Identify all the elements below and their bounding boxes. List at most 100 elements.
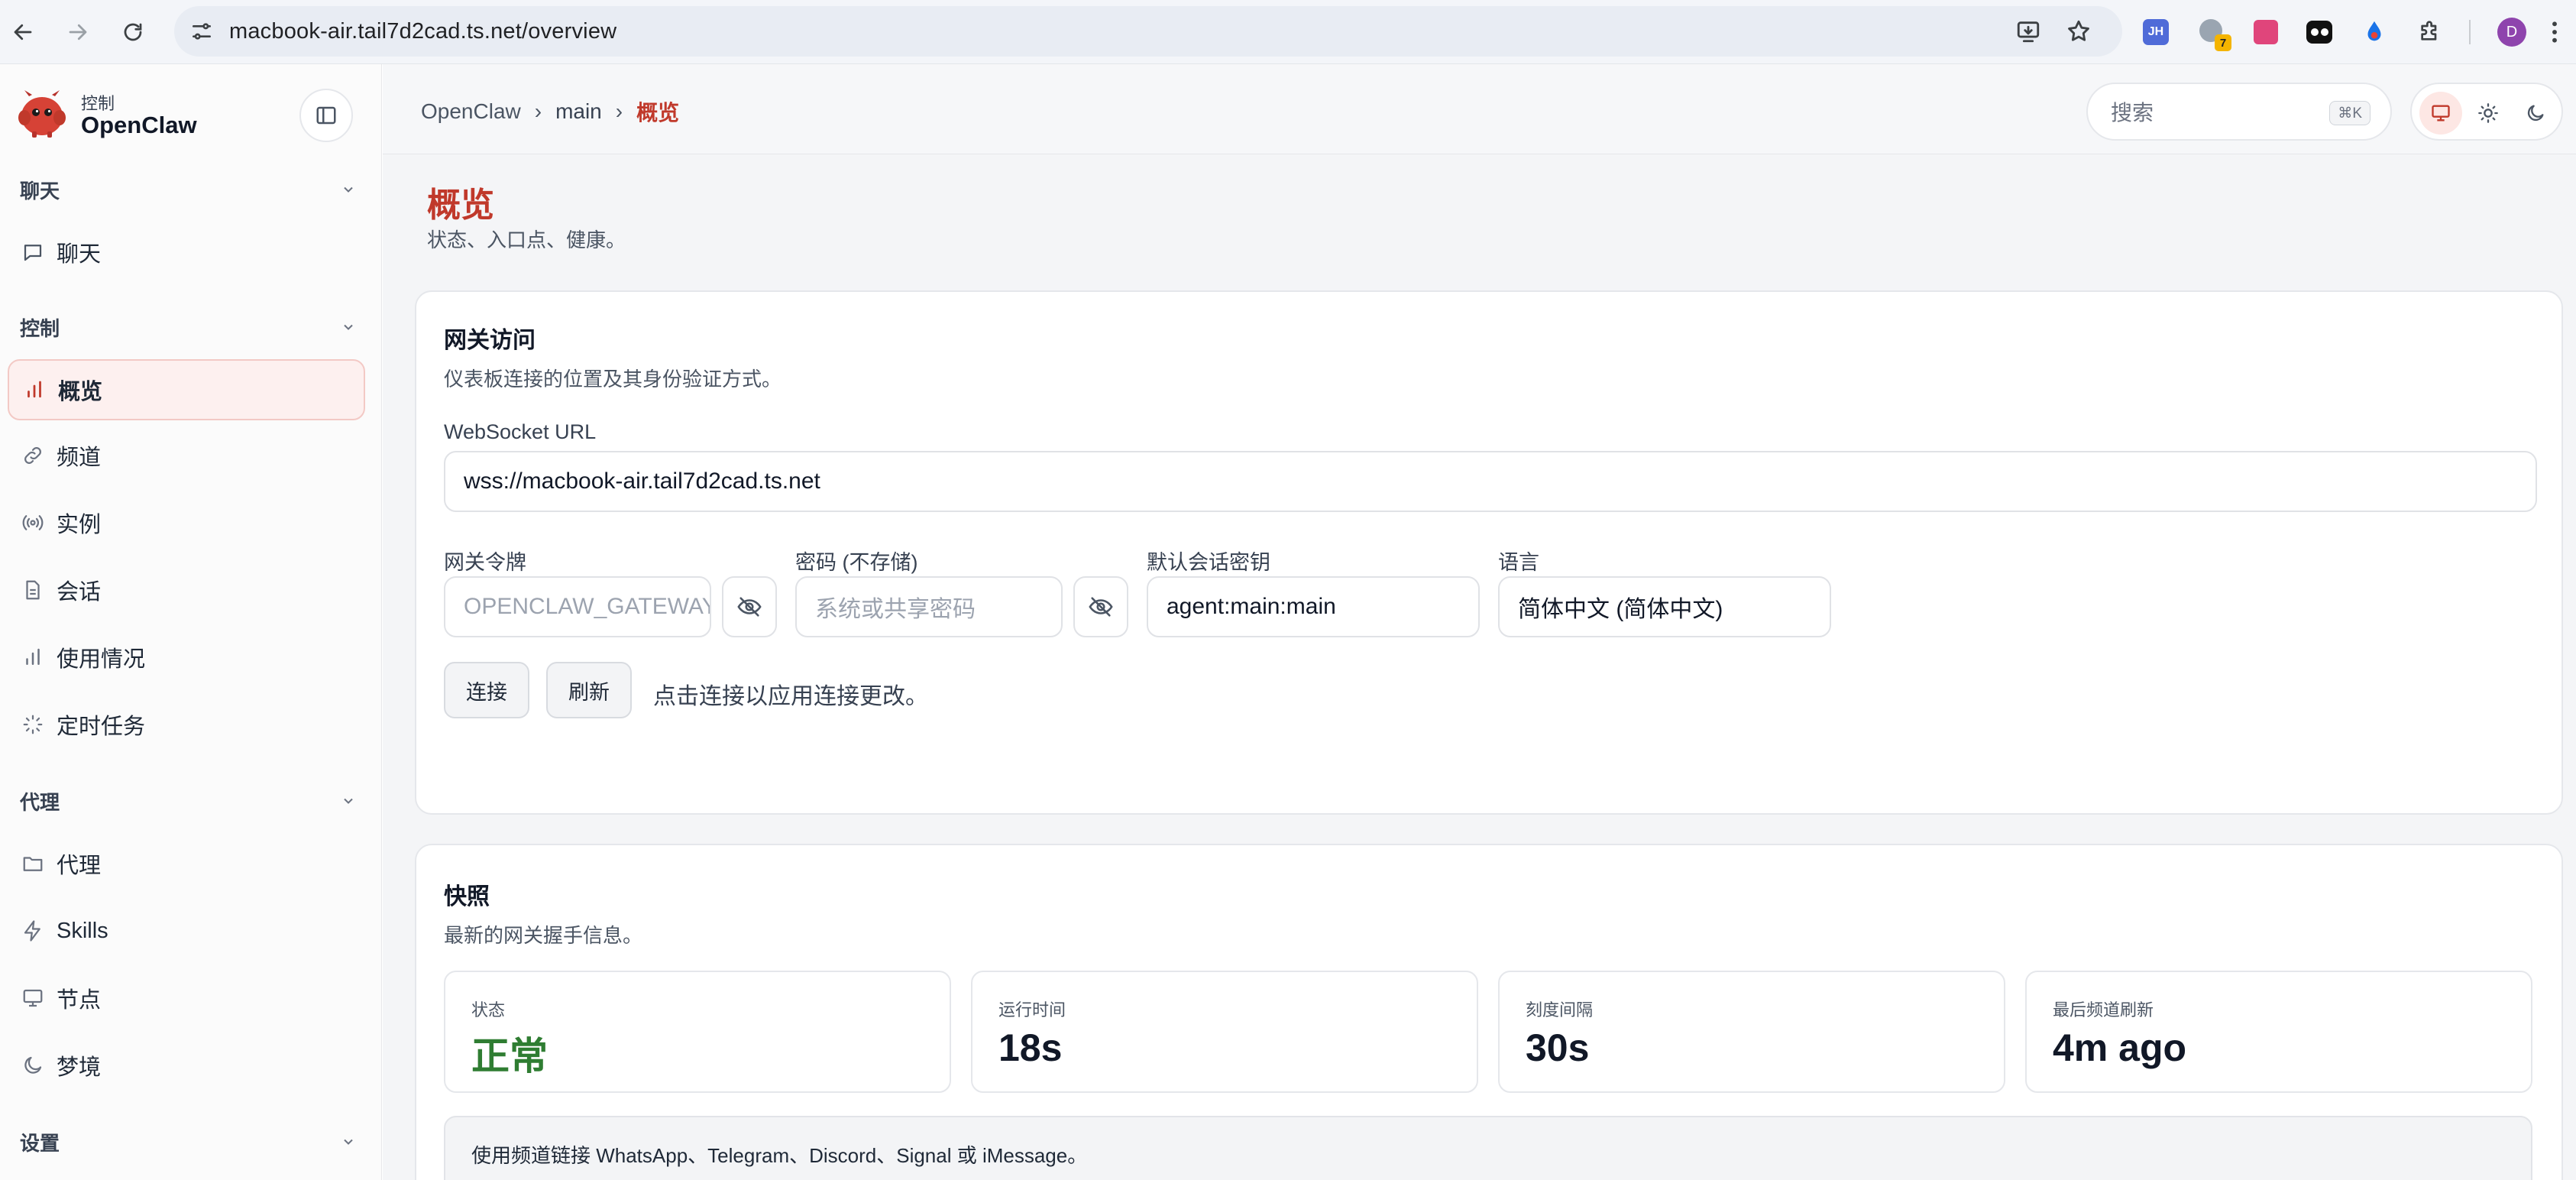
toggle-token-visibility-button[interactable]	[722, 576, 777, 637]
stat-label: 状态	[471, 1000, 506, 1020]
toolbar-divider	[2469, 20, 2471, 44]
extension-badge: 7	[2215, 34, 2231, 51]
sidebar-item-label: 使用情况	[57, 647, 146, 672]
sidebar-item-label: 聊天	[57, 242, 102, 267]
language-select[interactable]: 简体中文 (简体中文)	[1498, 576, 1831, 637]
drop-extension-icon[interactable]	[2358, 15, 2391, 49]
stat-last-channel-refresh: 最后频道刷新 4m ago	[2025, 971, 2532, 1093]
stat-value: 18s	[998, 1026, 1063, 1069]
search-input[interactable]: 搜索 ⌘K	[2086, 83, 2392, 141]
reload-icon[interactable]	[116, 15, 150, 49]
refresh-button[interactable]: 刷新	[546, 662, 632, 718]
translate-extension-icon[interactable]	[2249, 15, 2283, 49]
forward-icon[interactable]	[61, 15, 95, 49]
toggle-password-visibility-button[interactable]	[1073, 576, 1128, 637]
address-bar[interactable]: macbook-air.tail7d2cad.ts.net/overview	[174, 6, 2122, 57]
browser-menu-icon[interactable]	[2539, 15, 2570, 49]
theme-light-button[interactable]	[2467, 92, 2510, 135]
page-subtitle: 状态、入口点、健康。	[427, 229, 626, 251]
connect-button[interactable]: 连接	[444, 662, 529, 718]
jh-extension-label: JH	[2143, 19, 2169, 45]
sidebar-item-label: 节点	[57, 988, 102, 1013]
stat-label: 最后频道刷新	[2053, 1000, 2154, 1020]
section-label: 代理	[20, 790, 60, 814]
theme-system-button[interactable]	[2419, 92, 2462, 135]
section-label: 控制	[20, 316, 60, 340]
section-control[interactable]: 控制	[20, 312, 356, 342]
url-text: macbook-air.tail7d2cad.ts.net/overview	[229, 18, 617, 44]
back-icon[interactable]	[6, 15, 40, 49]
monitor-icon	[2432, 105, 2450, 122]
websocket-url-label: WebSocket URL	[444, 420, 597, 443]
sidebar-item-label: 梦境	[57, 1055, 102, 1080]
jh-extension-icon[interactable]: JH	[2139, 15, 2173, 49]
link-icon	[20, 443, 46, 468]
section-settings[interactable]: 设置	[20, 1127, 356, 1157]
search-shortcut: ⌘K	[2329, 101, 2371, 125]
profile-initial: D	[2497, 18, 2526, 47]
sidebar-item-label: Skills	[57, 918, 108, 943]
card-subtitle: 最新的网关握手信息。	[444, 924, 643, 947]
card-title: 网关访问	[444, 328, 536, 353]
password-label: 密码 (不存储)	[795, 551, 918, 574]
section-agents[interactable]: 代理	[20, 786, 356, 816]
badge-extension-icon[interactable]: 7	[2196, 15, 2231, 51]
breadcrumb-root[interactable]: OpenClaw	[421, 99, 521, 124]
section-chat[interactable]: 聊天	[20, 174, 356, 205]
sidebar-item-label: 代理	[57, 854, 102, 878]
extensions-puzzle-icon[interactable]	[2413, 15, 2446, 49]
sidebar-collapse-button[interactable]	[299, 89, 353, 142]
profile-avatar[interactable]: D	[2495, 15, 2529, 49]
eye-off-icon	[1089, 597, 1113, 617]
sidebar-item-usage[interactable]: 使用情况	[8, 627, 365, 688]
document-icon	[20, 577, 46, 603]
sidebar-item-dreams[interactable]: 梦境	[8, 1035, 365, 1096]
card-title: 快照	[444, 884, 490, 909]
chat-icon	[20, 239, 46, 265]
session-key-input[interactable]: agent:main:main	[1147, 576, 1480, 637]
sidebar-item-nodes[interactable]: 节点	[8, 968, 365, 1029]
session-key-label: 默认会话密钥	[1147, 551, 1270, 574]
glasses-extension-icon[interactable]	[2303, 15, 2336, 49]
stat-tick-interval: 刻度间隔 30s	[1498, 971, 2005, 1093]
section-label: 聊天	[20, 179, 60, 203]
sidebar-item-skills[interactable]: Skills	[8, 900, 365, 961]
breadcrumb-agent[interactable]: main	[555, 99, 602, 124]
gateway-access-card: 网关访问 仪表板连接的位置及其身份验证方式。 WebSocket URL wss…	[415, 290, 2563, 815]
channels-notice: 使用频道链接 WhatsApp、Telegram、Discord、Signal …	[444, 1116, 2532, 1180]
install-app-icon[interactable]	[2015, 18, 2041, 48]
chevron-down-icon	[344, 186, 353, 193]
site-settings-icon[interactable]	[189, 19, 214, 47]
breadcrumb: OpenClaw › main › 概览	[421, 96, 679, 127]
bar-chart-icon	[20, 644, 46, 670]
stat-label: 刻度间隔	[1526, 1000, 1594, 1020]
connect-hint: 点击连接以应用连接更改。	[653, 684, 928, 709]
sidebar-item-label: 概览	[58, 380, 103, 404]
breadcrumb-separator: ›	[615, 99, 623, 123]
broadcast-icon	[20, 510, 46, 536]
sidebar-item-sessions[interactable]: 会话	[8, 559, 365, 621]
stat-value: 4m ago	[2053, 1026, 2187, 1069]
theme-switcher	[2410, 83, 2563, 141]
theme-dark-button[interactable]	[2514, 92, 2557, 135]
websocket-url-input[interactable]: wss://macbook-air.tail7d2cad.ts.net	[444, 451, 2537, 512]
gateway-token-input[interactable]: OPENCLAW_GATEWAY_TOKEN	[444, 576, 711, 637]
sidebar: 控制 OpenClaw 聊天 聊天 控制 概览 频道 实例 会话 使用情况 定时…	[0, 64, 382, 1180]
folder-icon	[20, 851, 46, 877]
sidebar-item-cron[interactable]: 定时任务	[8, 694, 365, 755]
moon-icon	[2527, 105, 2544, 122]
sidebar-item-channels[interactable]: 频道	[8, 425, 365, 486]
brand-title: OpenClaw	[81, 112, 197, 138]
sidebar-item-chat[interactable]: 聊天	[8, 222, 365, 283]
password-input[interactable]: 系统或共享密码	[795, 576, 1063, 637]
sidebar-item-instances[interactable]: 实例	[8, 492, 365, 553]
bookmark-star-icon[interactable]	[2066, 18, 2092, 48]
snapshot-card: 快照 最新的网关握手信息。 状态 正常 运行时间 18s 刻度间隔 30s 最后…	[415, 844, 2563, 1180]
sun-icon	[2478, 103, 2498, 123]
chevron-down-icon	[344, 798, 353, 804]
sidebar-item-agents[interactable]: 代理	[8, 833, 365, 894]
card-subtitle: 仪表板连接的位置及其身份验证方式。	[444, 368, 782, 391]
chevron-down-icon	[344, 324, 353, 330]
openclaw-logo-icon	[15, 89, 69, 139]
sidebar-item-overview[interactable]: 概览	[8, 359, 365, 420]
